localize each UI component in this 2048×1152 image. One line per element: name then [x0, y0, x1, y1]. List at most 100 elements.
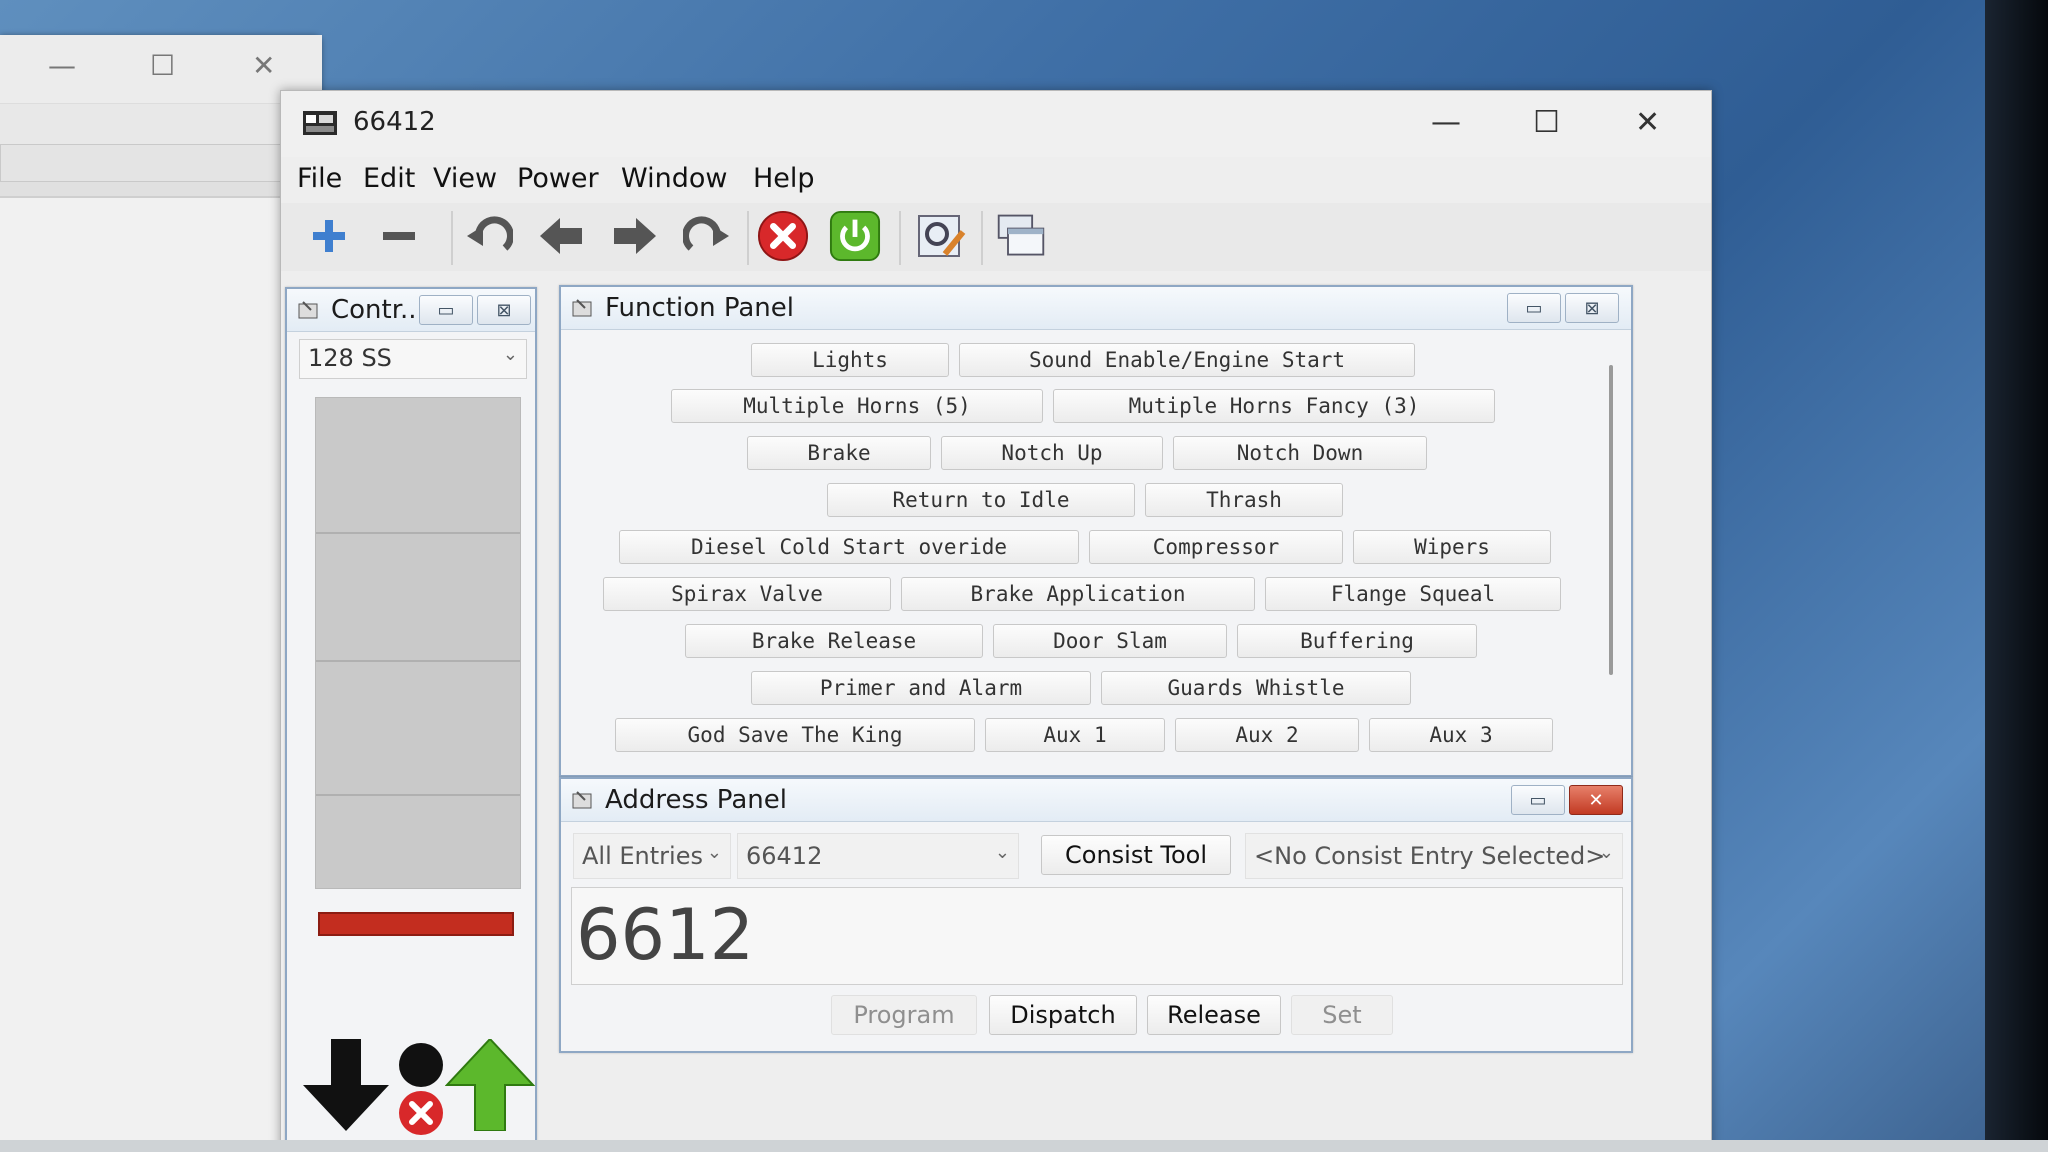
close-icon[interactable]: ✕	[252, 49, 275, 82]
program-button[interactable]: Program	[831, 995, 977, 1035]
consist-tool-button[interactable]: Consist Tool	[1041, 835, 1231, 875]
frame-icon	[298, 301, 318, 319]
function-button[interactable]: Aux 3	[1369, 718, 1553, 752]
maximize-icon[interactable]: ☐	[150, 49, 175, 82]
release-button[interactable]: Release	[1147, 995, 1281, 1035]
toolbar-separator	[899, 211, 901, 265]
function-button[interactable]: Diesel Cold Start overide	[619, 530, 1079, 564]
background-window-titlebar: — ☐ ✕	[0, 35, 322, 103]
idle-icon[interactable]	[397, 1041, 445, 1089]
stop-icon[interactable]	[757, 209, 809, 263]
edit-roster-icon[interactable]	[915, 209, 967, 263]
toolbar	[281, 203, 1711, 271]
close-icon[interactable]: ⊠	[477, 295, 531, 325]
back-arrow-icon[interactable]	[535, 209, 587, 263]
redo-icon[interactable]	[681, 209, 733, 263]
function-button[interactable]: Wipers	[1353, 530, 1551, 564]
slider-tick	[316, 660, 520, 662]
close-icon[interactable]: ✕	[1635, 103, 1660, 143]
function-panel-scrollbar[interactable]	[1609, 365, 1613, 675]
address-field[interactable]: 6612	[571, 887, 1623, 985]
minimize-icon[interactable]: ▭	[1507, 293, 1561, 323]
function-button[interactable]: Notch Up	[941, 436, 1163, 470]
app-icon	[303, 111, 337, 135]
entries-filter-value: All Entries	[582, 842, 703, 870]
function-button[interactable]: Thrash	[1145, 483, 1343, 517]
minimize-icon[interactable]: ▭	[419, 295, 473, 325]
frame-icon	[572, 791, 592, 809]
entries-filter-select[interactable]: All Entries ⌄	[573, 833, 731, 879]
function-button[interactable]: Primer and Alarm	[751, 671, 1091, 705]
background-window-strip	[0, 103, 322, 144]
window-title: 66412	[353, 107, 436, 137]
toolbar-separator	[451, 211, 453, 265]
menu-help[interactable]: Help	[753, 163, 815, 194]
undo-icon[interactable]	[463, 209, 515, 263]
menu-window[interactable]: Window	[621, 163, 727, 194]
function-button[interactable]: Compressor	[1089, 530, 1343, 564]
slider-tick	[316, 794, 520, 796]
slider-tick	[316, 532, 520, 534]
forward-icon[interactable]	[444, 1037, 536, 1132]
function-panel-header: Function Panel ▭ ⊠	[561, 287, 1631, 330]
close-icon[interactable]: ⊠	[1565, 293, 1619, 323]
dispatch-button[interactable]: Dispatch	[989, 995, 1137, 1035]
function-button[interactable]: Door Slam	[993, 624, 1227, 658]
menu-power[interactable]: Power	[517, 163, 599, 194]
menu-edit[interactable]: Edit	[363, 163, 415, 194]
address-panel-header: Address Panel ▭ ✕	[561, 779, 1631, 822]
function-button[interactable]: Multiple Horns (5)	[671, 389, 1043, 423]
roster-entry-select[interactable]: 66412 ⌄	[737, 833, 1019, 879]
power-icon[interactable]	[829, 209, 881, 263]
background-combo[interactable]: ⌄	[0, 144, 316, 182]
speed-steps-select[interactable]: 128 SS ⌄	[299, 339, 527, 379]
toolbar-separator	[981, 211, 983, 265]
menu-view[interactable]: View	[433, 163, 497, 194]
slider-thumb[interactable]	[318, 912, 514, 936]
address-panel-title: Address Panel	[605, 785, 787, 815]
background-window: — ☐ ✕ ⌄	[0, 35, 322, 1145]
maximize-icon[interactable]: ☐	[1533, 103, 1560, 143]
minimize-icon[interactable]: —	[1431, 103, 1461, 143]
function-button[interactable]: Spirax Valve	[603, 577, 891, 611]
function-button[interactable]: Return to Idle	[827, 483, 1135, 517]
menu-file[interactable]: File	[297, 163, 342, 194]
function-button[interactable]: Sound Enable/Engine Start	[959, 343, 1415, 377]
chevron-down-icon: ⌄	[994, 842, 1010, 863]
function-button[interactable]: God Save The King	[615, 718, 975, 752]
function-button[interactable]: Lights	[751, 343, 949, 377]
address-value: 6612	[576, 894, 755, 976]
consist-entry-select[interactable]: <No Consist Entry Selected> ⌄	[1245, 833, 1623, 879]
main-window: 66412 — ☐ ✕ File Edit View Power Window …	[280, 90, 1712, 1152]
function-button[interactable]: Brake Release	[685, 624, 983, 658]
function-button[interactable]: Brake	[747, 436, 931, 470]
frame-icon	[572, 299, 592, 317]
minus-icon[interactable]	[373, 209, 425, 263]
function-button[interactable]: Aux 1	[985, 718, 1165, 752]
control-panel: Contr... ▭ ⊠ 128 SS ⌄	[285, 287, 537, 1147]
function-panel: Function Panel ▭ ⊠ Lights Sound Enable/E…	[559, 285, 1633, 777]
function-button[interactable]: Brake Application	[901, 577, 1255, 611]
function-button[interactable]: Aux 2	[1175, 718, 1359, 752]
plus-icon[interactable]	[303, 209, 355, 263]
emergency-stop-icon[interactable]	[397, 1089, 445, 1137]
windows-icon[interactable]	[995, 209, 1047, 263]
address-panel: Address Panel ▭ ✕ All Entries ⌄ 66412 ⌄ …	[559, 777, 1633, 1053]
menubar: File Edit View Power Window Help	[281, 159, 1711, 199]
function-button[interactable]: Mutiple Horns Fancy (3)	[1053, 389, 1495, 423]
set-button[interactable]: Set	[1291, 995, 1393, 1035]
function-button[interactable]: Notch Down	[1173, 436, 1427, 470]
function-button[interactable]: Buffering	[1237, 624, 1477, 658]
function-panel-title: Function Panel	[605, 293, 794, 323]
function-button[interactable]: Guards Whistle	[1101, 671, 1411, 705]
forward-arrow-icon[interactable]	[609, 209, 661, 263]
chevron-down-icon: ⌄	[1598, 842, 1614, 863]
close-icon[interactable]: ✕	[1569, 785, 1623, 815]
minimize-icon[interactable]: —	[48, 49, 76, 82]
minimize-icon[interactable]: ▭	[1511, 785, 1565, 815]
reverse-icon[interactable]	[301, 1039, 391, 1131]
throttle-slider[interactable]	[315, 397, 521, 936]
function-button[interactable]: Flange Squeal	[1265, 577, 1561, 611]
monitor-bottom-bezel	[0, 1140, 2048, 1152]
speed-steps-value: 128 SS	[308, 344, 392, 372]
